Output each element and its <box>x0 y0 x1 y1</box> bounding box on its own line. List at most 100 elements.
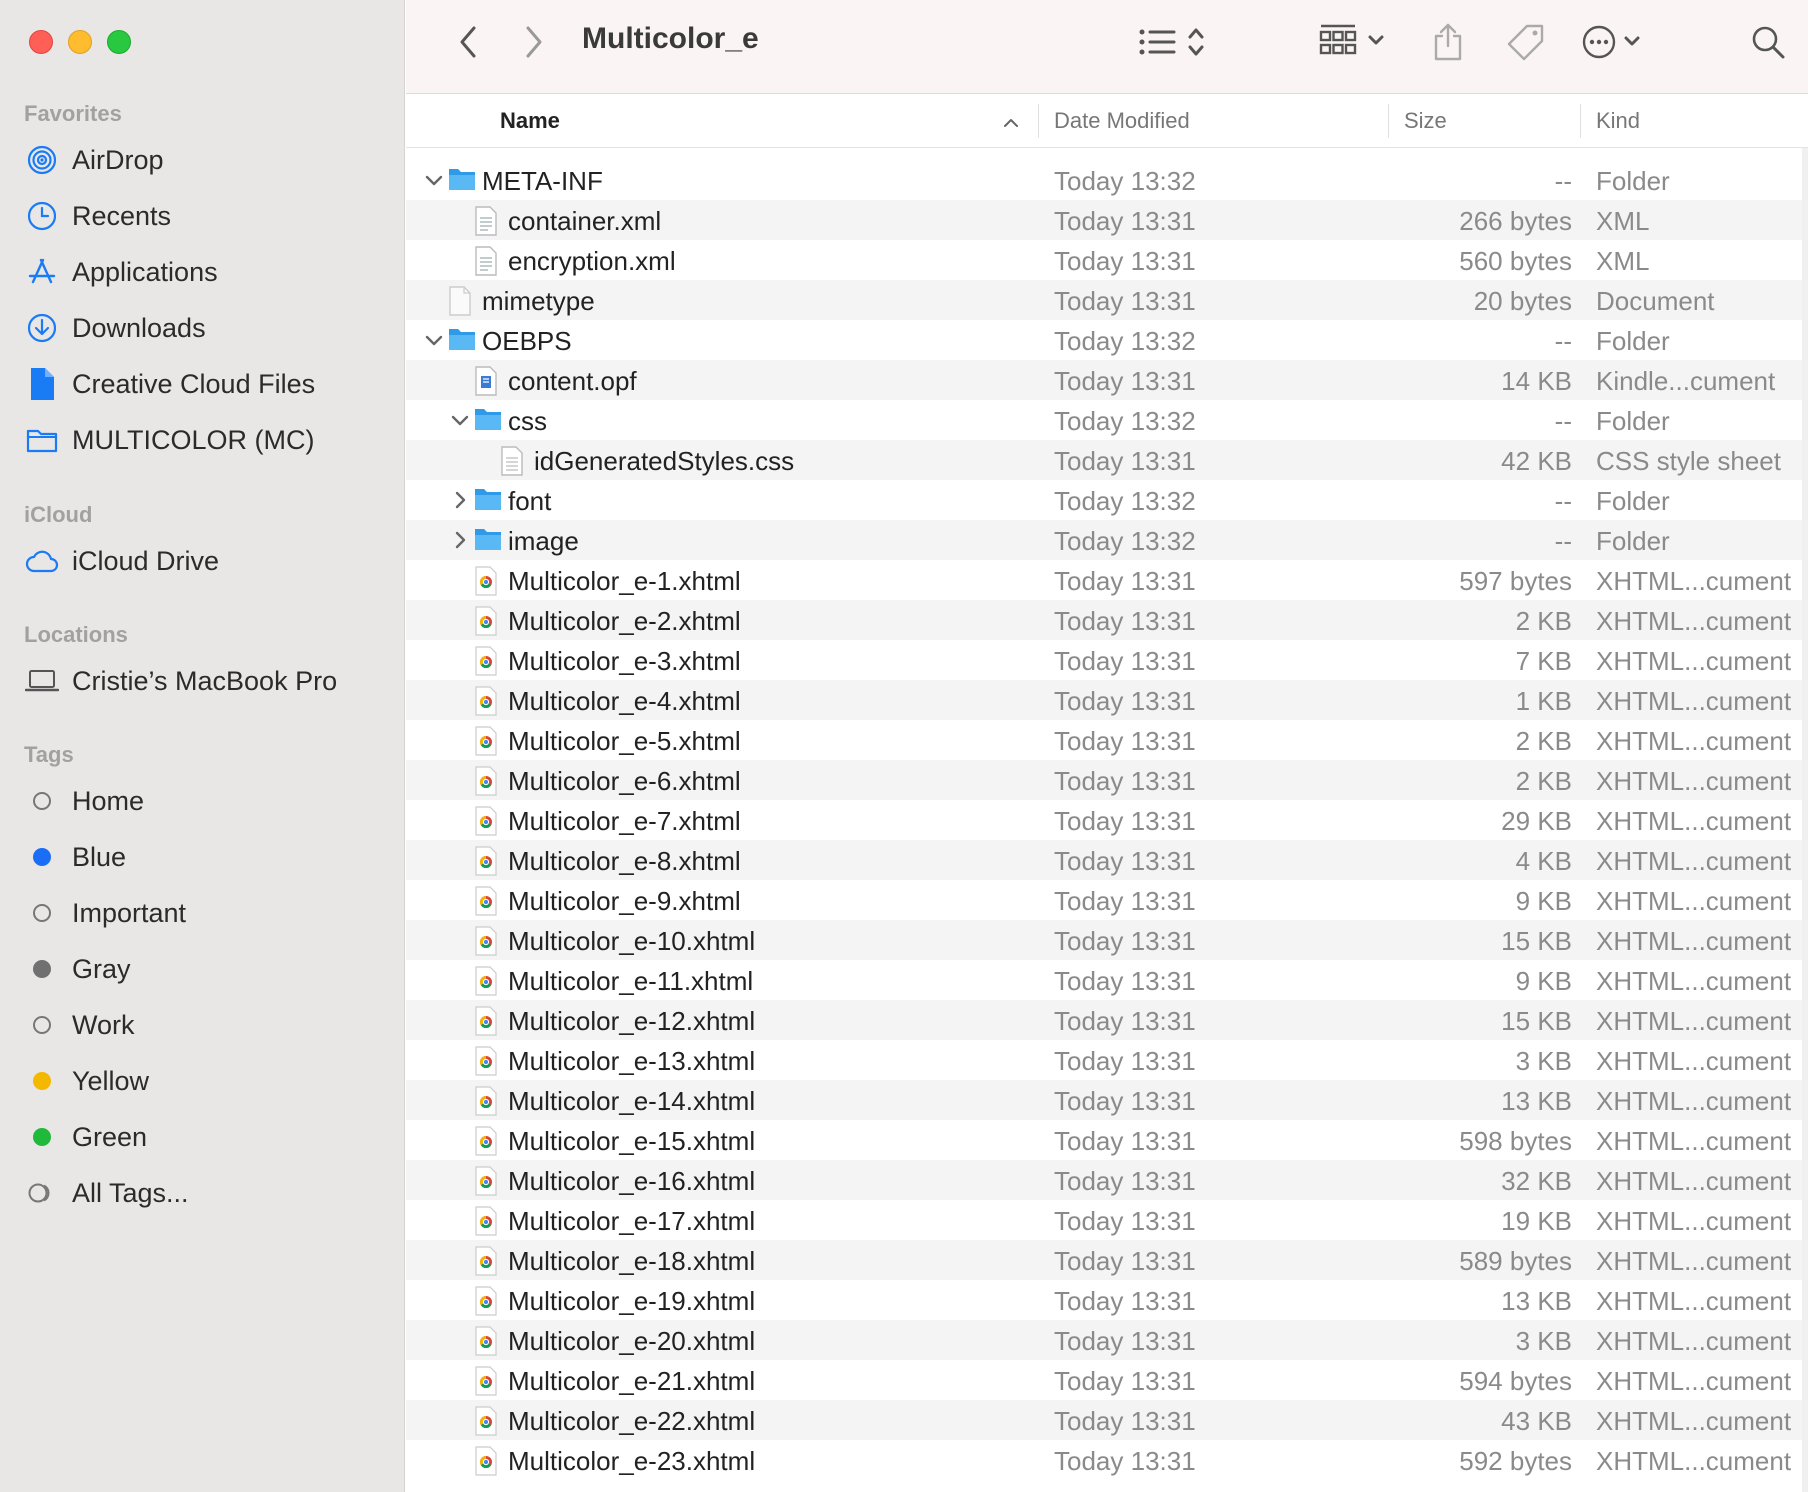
disclosure-collapsed-icon[interactable] <box>448 528 472 552</box>
share-button[interactable] <box>1426 20 1470 64</box>
file-row[interactable]: Multicolor_e-10.xhtml Today 13:31 15 KB XHT… <box>406 920 1808 960</box>
file-row[interactable]: Multicolor_e-5.xhtml Today 13:31 2 KB XHTML… <box>406 720 1808 760</box>
sidebar-tag-work[interactable]: Work <box>24 1005 135 1045</box>
file-row[interactable]: Multicolor_e-12.xhtml Today 13:31 15 KB XHT… <box>406 1000 1808 1040</box>
file-size: -- <box>1554 166 1572 196</box>
tag-button[interactable] <box>1504 20 1548 64</box>
file-size: 29 KB <box>1501 806 1572 836</box>
sidebar-tag-important[interactable]: Important <box>24 893 186 933</box>
list-view-button[interactable] <box>1136 20 1216 64</box>
xml-file-icon <box>474 206 502 236</box>
sidebar-item-icloud-drive[interactable]: iCloud Drive <box>24 541 219 581</box>
file-date-modified: Today 13:31 <box>1054 646 1196 676</box>
file-row[interactable]: Multicolor_e-2.xhtml Today 13:31 2 KB XHTML… <box>406 600 1808 640</box>
file-kind: XHTML...cument <box>1596 846 1792 876</box>
minimize-window-button[interactable] <box>68 30 92 54</box>
sidebar-tag-blue[interactable]: Blue <box>24 837 126 877</box>
group-button[interactable] <box>1316 20 1392 64</box>
file-size: 1 KB <box>1515 686 1572 716</box>
file-row[interactable]: content.opf Today 13:31 14 KB Kindle...cume… <box>406 360 1808 400</box>
scroll-track[interactable] <box>1802 148 1808 1492</box>
file-row[interactable]: Multicolor_e-6.xhtml Today 13:31 2 KB XHTML… <box>406 760 1808 800</box>
search-icon <box>1752 26 1785 59</box>
file-row[interactable]: container.xml Today 13:31 266 bytes XML <box>406 200 1808 240</box>
file-row[interactable]: font Today 13:32 -- Folder <box>406 480 1808 520</box>
column-name[interactable]: Name <box>500 108 560 134</box>
back-button[interactable] <box>446 20 490 64</box>
sidebar-tag-green[interactable]: Green <box>24 1117 147 1157</box>
cloud-icon <box>24 543 60 579</box>
file-row[interactable]: image Today 13:32 -- Folder <box>406 520 1808 560</box>
disclosure-expanded-icon[interactable] <box>422 328 446 352</box>
sidebar-tag-gray[interactable]: Gray <box>24 949 131 989</box>
file-row[interactable]: mimetype Today 13:31 20 bytes Document <box>406 280 1808 320</box>
sidebar-item-multicolor[interactable]: MULTICOLOR (MC) <box>24 420 315 460</box>
file-row[interactable]: Multicolor_e-9.xhtml Today 13:31 9 KB XHTML… <box>406 880 1808 920</box>
file-row[interactable]: Multicolor_e-21.xhtml Today 13:31 594 byte… <box>406 1360 1808 1400</box>
file-row[interactable]: Multicolor_e-8.xhtml Today 13:31 4 KB XHTML… <box>406 840 1808 880</box>
search-button[interactable] <box>1746 20 1790 64</box>
sidebar-item-applications[interactable]: Applications <box>24 252 218 292</box>
file-row[interactable]: Multicolor_e-3.xhtml Today 13:31 7 KB XHTML… <box>406 640 1808 680</box>
file-size: 597 bytes <box>1459 566 1572 596</box>
file-row[interactable]: Multicolor_e-14.xhtml Today 13:31 13 KB XHT… <box>406 1080 1808 1120</box>
file-name: Multicolor_e-11.xhtml <box>508 966 754 996</box>
file-row[interactable]: Multicolor_e-13.xhtml Today 13:31 3 KB XHTM… <box>406 1040 1808 1080</box>
file-row[interactable]: Multicolor_e-20.xhtml Today 13:31 3 KB XHTM… <box>406 1320 1808 1360</box>
disclosure-expanded-icon[interactable] <box>422 168 446 192</box>
zoom-window-button[interactable] <box>107 30 131 54</box>
file-name: Multicolor_e-14.xhtml <box>508 1086 756 1116</box>
file-row[interactable]: Multicolor_e-1.xhtml Today 13:31 597 bytes… <box>406 560 1808 600</box>
file-row[interactable]: Multicolor_e-23.xhtml Today 13:31 592 byte… <box>406 1440 1808 1480</box>
file-kind: XHTML...cument <box>1596 1246 1792 1276</box>
file-row[interactable]: Multicolor_e-4.xhtml Today 13:31 1 KB XHTML… <box>406 680 1808 720</box>
file-size: 19 KB <box>1501 1206 1572 1236</box>
forward-button[interactable] <box>512 20 556 64</box>
folder-icon <box>24 422 60 458</box>
file-kind: XHTML...cument <box>1596 606 1792 636</box>
grid-view-icon <box>1319 24 1384 55</box>
file-kind: CSS style sheet <box>1596 446 1781 476</box>
sidebar-item-recents[interactable]: Recents <box>24 196 171 236</box>
file-row[interactable]: idGeneratedStyles.css Today 13:31 42 KB CSS… <box>406 440 1808 480</box>
file-row[interactable]: Multicolor_e-7.xhtml Today 13:31 29 KB XHTM… <box>406 800 1808 840</box>
file-kind: XHTML...cument <box>1596 766 1792 796</box>
file-row[interactable]: Multicolor_e-16.xhtml Today 13:31 32 KB XHT… <box>406 1160 1808 1200</box>
file-row[interactable]: css Today 13:32 -- Folder <box>406 400 1808 440</box>
file-size: 594 bytes <box>1459 1366 1572 1396</box>
download-icon <box>24 310 60 346</box>
file-date-modified: Today 13:31 <box>1054 1246 1196 1276</box>
column-size[interactable]: Size <box>1404 108 1447 134</box>
column-kind[interactable]: Kind <box>1596 108 1640 134</box>
file-row[interactable]: Multicolor_e-17.xhtml Today 13:31 19 KB XHT… <box>406 1200 1808 1240</box>
disclosure-expanded-icon[interactable] <box>448 408 472 432</box>
kindle-file-icon <box>474 366 502 396</box>
file-name: image <box>508 526 579 556</box>
file-name: Multicolor_e-1.xhtml <box>508 566 741 596</box>
sidebar-item-label: AirDrop <box>72 144 164 175</box>
sidebar-item-airdrop[interactable]: AirDrop <box>24 140 164 180</box>
sidebar-tag-home[interactable]: Home <box>24 781 144 821</box>
file-row[interactable]: Multicolor_e-19.xhtml Today 13:31 13 KB XHT… <box>406 1280 1808 1320</box>
file-row[interactable]: OEBPS Today 13:32 -- Folder <box>406 320 1808 360</box>
disclosure-collapsed-icon[interactable] <box>448 488 472 512</box>
file-row[interactable]: encryption.xml Today 13:31 560 bytes XML <box>406 240 1808 280</box>
more-actions-button[interactable] <box>1578 20 1654 64</box>
sidebar-item-macbook[interactable]: Cristie’s MacBook Pro <box>24 661 337 701</box>
file-row[interactable]: Multicolor_e-11.xhtml Today 13:31 9 KB XHTM… <box>406 960 1808 1000</box>
window-title: Multicolor_e <box>582 22 759 55</box>
column-date-modified[interactable]: Date Modified <box>1054 108 1190 134</box>
file-date-modified: Today 13:31 <box>1054 686 1196 716</box>
sidebar-section-locations: Locations <box>24 622 128 647</box>
file-row[interactable]: Multicolor_e-15.xhtml Today 13:31 598 byte… <box>406 1120 1808 1160</box>
file-date-modified: Today 13:32 <box>1054 166 1196 196</box>
file-kind: XHTML...cument <box>1596 1366 1792 1396</box>
file-row[interactable]: Multicolor_e-18.xhtml Today 13:31 589 byte… <box>406 1240 1808 1280</box>
sidebar-item-downloads[interactable]: Downloads <box>24 308 206 348</box>
file-row[interactable]: META-INF Today 13:32 -- Folder <box>406 160 1808 200</box>
sidebar-item-creative-cloud-files[interactable]: Creative Cloud Files <box>24 364 315 404</box>
sidebar-tag-yellow[interactable]: Yellow <box>24 1061 149 1101</box>
close-window-button[interactable] <box>29 30 53 54</box>
file-row[interactable]: Multicolor_e-22.xhtml Today 13:31 43 KB XHT… <box>406 1400 1808 1440</box>
sidebar-tag-all-tags[interactable]: All Tags... <box>24 1173 189 1213</box>
